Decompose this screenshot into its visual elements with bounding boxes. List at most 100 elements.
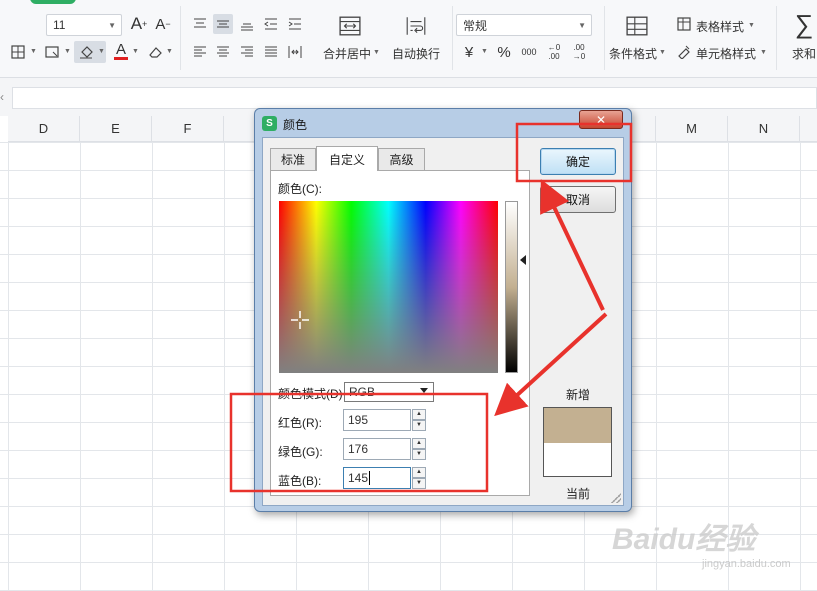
dropdown-arrow-icon — [420, 388, 428, 393]
color-mode-select[interactable]: RGB — [344, 382, 434, 402]
shrink-font-button[interactable]: A − — [153, 13, 173, 35]
chevron-down-icon[interactable]: ▼ — [132, 48, 139, 55]
borders-button[interactable] — [8, 42, 28, 62]
blue-stepper[interactable]: ▲ ▼ — [412, 467, 426, 489]
indent-icon — [288, 18, 301, 30]
paint-bucket-icon — [80, 46, 93, 59]
color-spectrum[interactable] — [279, 201, 498, 373]
align-right-button[interactable] — [237, 42, 257, 62]
tab-label: 高级 — [389, 153, 414, 167]
separator — [180, 6, 181, 70]
chevron-down-icon[interactable]: ▼ — [373, 49, 380, 56]
table-style-icon-button[interactable] — [675, 15, 693, 33]
blue-input[interactable]: 145 — [343, 467, 411, 489]
chevron-down-icon[interactable]: ▼ — [64, 48, 71, 55]
chevron-down-icon[interactable]: ▼ — [659, 49, 666, 56]
align-left-button[interactable] — [190, 42, 210, 62]
tab-standard[interactable]: 标准 — [270, 148, 316, 170]
merge-center-button[interactable]: 合并居中 — [323, 45, 371, 62]
crosshair-icon[interactable] — [291, 311, 309, 329]
outdent-icon — [264, 18, 277, 30]
red-input[interactable]: 195 — [343, 409, 411, 431]
sigma-icon[interactable]: ∑ — [793, 9, 815, 39]
resize-grip-icon[interactable] — [611, 493, 621, 503]
align-bottom-button[interactable] — [237, 14, 257, 34]
app-logo-icon: S — [262, 116, 277, 131]
decrease-indent-button[interactable] — [261, 14, 281, 34]
conditional-format-button[interactable]: 条件格式 — [609, 45, 657, 62]
column-header-e[interactable]: E — [80, 116, 152, 142]
conditional-format-icon-button[interactable] — [624, 14, 650, 38]
dialog-body: 标准 自定义 高级 颜色(C): 颜色模式(D) RGB 红色(R): 195 — [262, 137, 624, 506]
spin-up-icon[interactable]: ▲ — [412, 438, 426, 449]
colors-label: 颜色(C): — [278, 182, 322, 196]
merge-cells-icon — [339, 16, 361, 36]
decrease-decimal-button[interactable]: .00 →0 — [568, 40, 590, 64]
column-header-d[interactable]: D — [8, 116, 80, 142]
column-header-m[interactable]: M — [656, 116, 728, 142]
chevron-down-icon[interactable]: ▼ — [748, 22, 755, 29]
distributed-icon — [288, 46, 302, 58]
watermark-text: Baidu经验 — [612, 523, 756, 556]
increase-decimal-button[interactable]: ←0 .00 — [543, 40, 565, 64]
chevron-down-icon[interactable]: ▼ — [166, 48, 173, 55]
spin-up-icon[interactable]: ▲ — [412, 467, 426, 478]
align-top-button[interactable] — [190, 14, 210, 34]
tab-advanced[interactable]: 高级 — [378, 148, 425, 170]
chevron-down-icon[interactable]: ▼ — [760, 49, 767, 56]
wrap-text-icon — [406, 17, 426, 35]
color-mode-label: 颜色模式(D) — [278, 387, 343, 401]
eraser-icon — [149, 47, 162, 58]
align-center-button[interactable] — [213, 42, 233, 62]
merge-borders-button[interactable] — [42, 42, 62, 62]
spin-up-icon[interactable]: ▲ — [412, 409, 426, 420]
column-header-f[interactable]: F — [152, 116, 224, 142]
luminance-handle-icon[interactable] — [520, 255, 526, 265]
column-header-label: N — [758, 121, 769, 136]
fill-color-button[interactable]: ▼ — [74, 41, 106, 63]
spin-down-icon[interactable]: ▼ — [412, 449, 426, 460]
distributed-button[interactable] — [285, 42, 305, 62]
custom-color-panel: 颜色(C): 颜色模式(D) RGB 红色(R): 195 ▲▼ 绿色(G): — [270, 170, 530, 496]
wrap-text-icon-button[interactable] — [403, 14, 429, 38]
cell-style-button[interactable]: 单元格样式 — [696, 45, 756, 62]
cell-style-icon — [678, 45, 690, 59]
close-button[interactable]: ✕ — [579, 110, 623, 129]
spin-down-icon[interactable]: ▼ — [412, 420, 426, 431]
tab-custom[interactable]: 自定义 — [316, 146, 378, 171]
thousands-button[interactable]: 000 — [519, 42, 539, 62]
dialog-titlebar[interactable]: S 颜色 ✕ — [255, 109, 631, 137]
percent-icon: % — [497, 43, 511, 61]
font-size-combo[interactable]: 11 ▼ — [46, 14, 122, 36]
spin-down-icon[interactable]: ▼ — [412, 478, 426, 489]
grow-font-button[interactable]: A + — [129, 13, 149, 35]
align-middle-button[interactable] — [213, 14, 233, 34]
wrap-text-button[interactable]: 自动换行 — [392, 45, 440, 62]
color-preview — [543, 407, 612, 477]
font-color-button[interactable]: A — [112, 41, 130, 61]
green-stepper[interactable]: ▲ ▼ — [412, 438, 426, 460]
chevron-down-icon[interactable]: ▼ — [481, 48, 488, 55]
percent-button[interactable]: % — [495, 42, 513, 62]
formula-input[interactable] — [12, 87, 817, 109]
current-color-swatch — [544, 443, 611, 476]
close-icon: ✕ — [595, 112, 607, 127]
red-stepper[interactable]: ▲ ▼ — [412, 409, 426, 431]
number-format-combo[interactable]: 常规 ▼ — [456, 14, 592, 36]
sum-button[interactable]: 求和 — [792, 45, 816, 62]
merge-center-icon-button[interactable] — [337, 14, 363, 38]
increase-indent-button[interactable] — [285, 14, 305, 34]
dialog-title: 颜色 — [283, 118, 308, 132]
ok-button[interactable]: 确定 — [540, 148, 616, 175]
table-style-button[interactable]: 表格样式 — [696, 18, 744, 35]
column-header-n[interactable]: N — [728, 116, 800, 142]
cell-style-icon-button[interactable] — [675, 42, 693, 60]
green-input[interactable]: 176 — [343, 438, 411, 460]
currency-button[interactable]: ¥ — [461, 42, 477, 62]
font-color-icon: A — [115, 41, 126, 58]
clear-button[interactable] — [145, 42, 165, 62]
luminance-slider[interactable] — [505, 201, 518, 373]
cancel-button[interactable]: 取消 — [540, 186, 616, 213]
chevron-down-icon[interactable]: ▼ — [30, 48, 37, 55]
justify-button[interactable] — [261, 42, 281, 62]
